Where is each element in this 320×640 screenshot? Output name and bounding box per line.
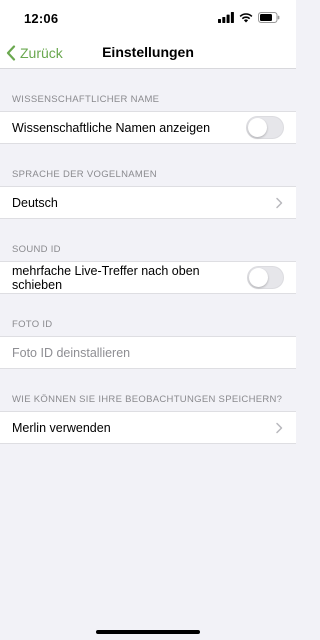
- section-header-photo-id: FOTO ID: [12, 319, 53, 330]
- chevron-right-icon: [276, 422, 283, 433]
- settings-list: WISSENSCHAFTLICHER NAME Wissenschaftlich…: [0, 69, 296, 444]
- row-label: Foto ID deinstallieren: [12, 345, 131, 360]
- signal-icon: [218, 12, 234, 23]
- row-live-matches-top[interactable]: mehrfache Live-Treffer nach oben schiebe…: [0, 261, 296, 294]
- home-indicator[interactable]: [96, 630, 200, 634]
- status-bar: 12:06: [0, 0, 296, 36]
- row-uninstall-photo-id[interactable]: Foto ID deinstallieren: [0, 336, 296, 369]
- toggle-knob: [248, 268, 268, 287]
- row-label: mehrfache Live-Treffer nach oben schiebe…: [12, 263, 200, 292]
- section-header-scientific-name: WISSENSCHAFTLICHER NAME: [12, 94, 160, 105]
- battery-icon: [258, 12, 280, 23]
- navigation-bar: Zurück Einstellungen: [0, 36, 296, 69]
- live-matches-toggle[interactable]: [246, 266, 284, 289]
- row-label: Merlin verwenden: [12, 420, 111, 435]
- row-show-scientific-names[interactable]: Wissenschaftliche Namen anzeigen: [0, 111, 296, 144]
- scientific-names-toggle[interactable]: [246, 116, 284, 139]
- status-icons: [218, 12, 280, 23]
- status-time: 12:06: [24, 11, 59, 26]
- section-header-bird-name-language: SPRACHE DER VOGELNAMEN: [12, 169, 157, 180]
- row-label: Wissenschaftliche Namen anzeigen: [12, 120, 211, 135]
- chevron-right-icon: [276, 197, 283, 208]
- row-language-deutsch[interactable]: Deutsch: [0, 186, 296, 219]
- wifi-icon: [239, 13, 253, 23]
- toggle-knob: [248, 118, 267, 137]
- row-use-merlin[interactable]: Merlin verwenden: [0, 411, 296, 444]
- section-header-sound-id: SOUND ID: [12, 244, 61, 255]
- page-title: Einstellungen: [102, 44, 194, 60]
- row-label: Deutsch: [12, 195, 58, 210]
- section-header-save-observations: WIE KÖNNEN SIE IHRE BEOBACHTUNGEN SPEICH…: [12, 394, 283, 405]
